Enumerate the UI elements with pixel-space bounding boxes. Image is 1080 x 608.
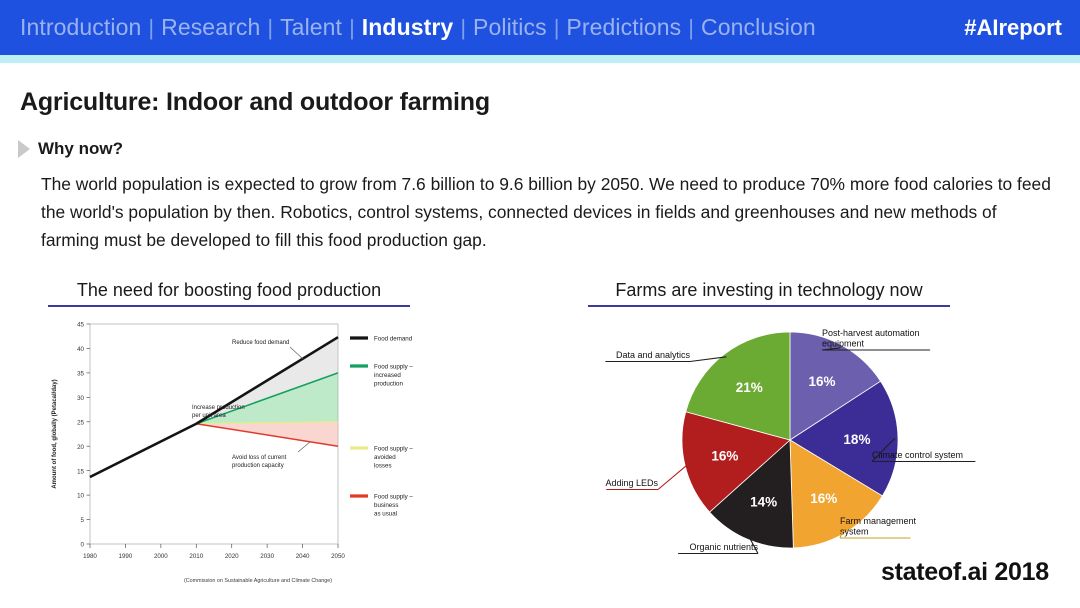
svg-text:increased: increased: [374, 372, 401, 379]
svg-text:14%: 14%: [750, 495, 777, 510]
svg-text:Food supply –: Food supply –: [374, 363, 413, 370]
svg-text:per unit area: per unit area: [192, 413, 226, 419]
svg-text:45: 45: [77, 322, 84, 329]
left-panel-caption: The need for boosting food production: [48, 280, 410, 307]
footer-brand: stateof.ai 2018: [881, 558, 1049, 586]
nav-item-research[interactable]: Research: [161, 14, 260, 41]
nav-separator: |: [460, 15, 467, 40]
nav-separator: |: [148, 15, 155, 40]
svg-text:2050: 2050: [331, 553, 345, 560]
svg-text:Reduce food demand: Reduce food demand: [232, 340, 289, 346]
nav-underline-strip: [0, 55, 1080, 63]
svg-text:2010: 2010: [189, 553, 203, 560]
body-paragraph: The world population is expected to grow…: [41, 174, 1051, 251]
svg-text:Post-harvest automation: Post-harvest automation: [822, 328, 920, 338]
nav-item-industry[interactable]: Industry: [362, 14, 454, 41]
nav-item-politics[interactable]: Politics: [473, 14, 547, 41]
svg-text:system: system: [840, 527, 869, 537]
svg-text:21%: 21%: [736, 380, 763, 395]
svg-text:production: production: [374, 381, 403, 388]
svg-text:2000: 2000: [154, 553, 168, 560]
nav-item-predictions[interactable]: Predictions: [566, 14, 681, 41]
svg-text:Food demand: Food demand: [374, 335, 413, 342]
svg-text:1990: 1990: [119, 553, 133, 560]
nav-item-introduction[interactable]: Introduction: [20, 14, 141, 41]
nav-items: Introduction | Research | Talent | Indus…: [20, 14, 950, 41]
nav-separator: |: [688, 15, 695, 40]
svg-text:avoided: avoided: [374, 454, 396, 461]
nav-separator: |: [267, 15, 274, 40]
svg-text:25: 25: [77, 419, 84, 426]
svg-text:2040: 2040: [296, 553, 310, 560]
svg-text:1980: 1980: [83, 553, 97, 560]
svg-text:30: 30: [77, 395, 84, 402]
svg-text:Food supply –: Food supply –: [374, 445, 413, 452]
svg-text:Data and analytics: Data and analytics: [616, 350, 691, 360]
nav-item-talent[interactable]: Talent: [280, 14, 342, 41]
line-chart-food-production: 0 5 10 15 20 25 30 35 40 45 1980 1990 2000 2010 2020 20…: [42, 316, 460, 596]
svg-text:18%: 18%: [843, 432, 870, 447]
svg-text:40: 40: [77, 346, 84, 353]
pie-chart-svg: 16% 18% 16% 14% 16% 21% Post-harvest automatio…: [605, 328, 976, 555]
svg-text:Avoid loss of current: Avoid loss of current: [232, 455, 287, 461]
top-navigation-bar: Introduction | Research | Talent | Indus…: [0, 0, 1080, 55]
svg-text:equipment: equipment: [822, 339, 865, 349]
why-now-heading: Why now?: [18, 139, 123, 159]
line-chart-source-caption: (Commission on Sustainable Agriculture a…: [183, 578, 333, 584]
triangle-bullet-icon: [18, 140, 30, 158]
svg-text:5: 5: [81, 517, 85, 524]
svg-text:business: business: [374, 502, 398, 509]
svg-text:production capacity: production capacity: [232, 463, 284, 469]
svg-text:as usual: as usual: [374, 511, 397, 518]
nav-separator: |: [349, 15, 355, 40]
page-title: Agriculture: Indoor and outdoor farming: [20, 88, 490, 116]
svg-text:2030: 2030: [260, 553, 274, 560]
svg-text:15: 15: [77, 468, 84, 475]
svg-text:16%: 16%: [808, 374, 835, 389]
svg-text:16%: 16%: [711, 448, 738, 463]
svg-text:16%: 16%: [810, 491, 837, 506]
svg-text:35: 35: [77, 370, 84, 377]
svg-text:2020: 2020: [225, 553, 239, 560]
svg-text:20: 20: [77, 444, 84, 451]
svg-text:Increase production: Increase production: [192, 405, 245, 411]
svg-text:Food supply –: Food supply –: [374, 493, 413, 500]
right-panel-caption: Farms are investing in technology now: [588, 280, 950, 307]
nav-separator: |: [553, 15, 560, 40]
report-hashtag: #AIreport: [964, 14, 1062, 40]
why-now-label: Why now?: [38, 139, 123, 158]
svg-text:Amount of food, globally (Peta: Amount of food, globally (Petacal/day): [52, 379, 58, 488]
svg-text:Organic nutrients: Organic nutrients: [689, 542, 758, 552]
svg-text:10: 10: [77, 493, 84, 500]
svg-text:Adding LEDs: Adding LEDs: [605, 478, 658, 488]
line-chart-svg: 0 5 10 15 20 25 30 35 40 45 1980 1990 2000 2010 2020 20…: [52, 322, 413, 560]
svg-text:0: 0: [81, 542, 85, 549]
nav-item-conclusion[interactable]: Conclusion: [701, 14, 816, 41]
svg-text:Farm management: Farm management: [840, 516, 917, 526]
svg-text:losses: losses: [374, 463, 392, 470]
pie-chart-farm-technology-investment: 16% 18% 16% 14% 16% 21% Post-harvest automatio…: [560, 318, 1060, 588]
svg-text:Climate control system: Climate control system: [872, 450, 963, 460]
